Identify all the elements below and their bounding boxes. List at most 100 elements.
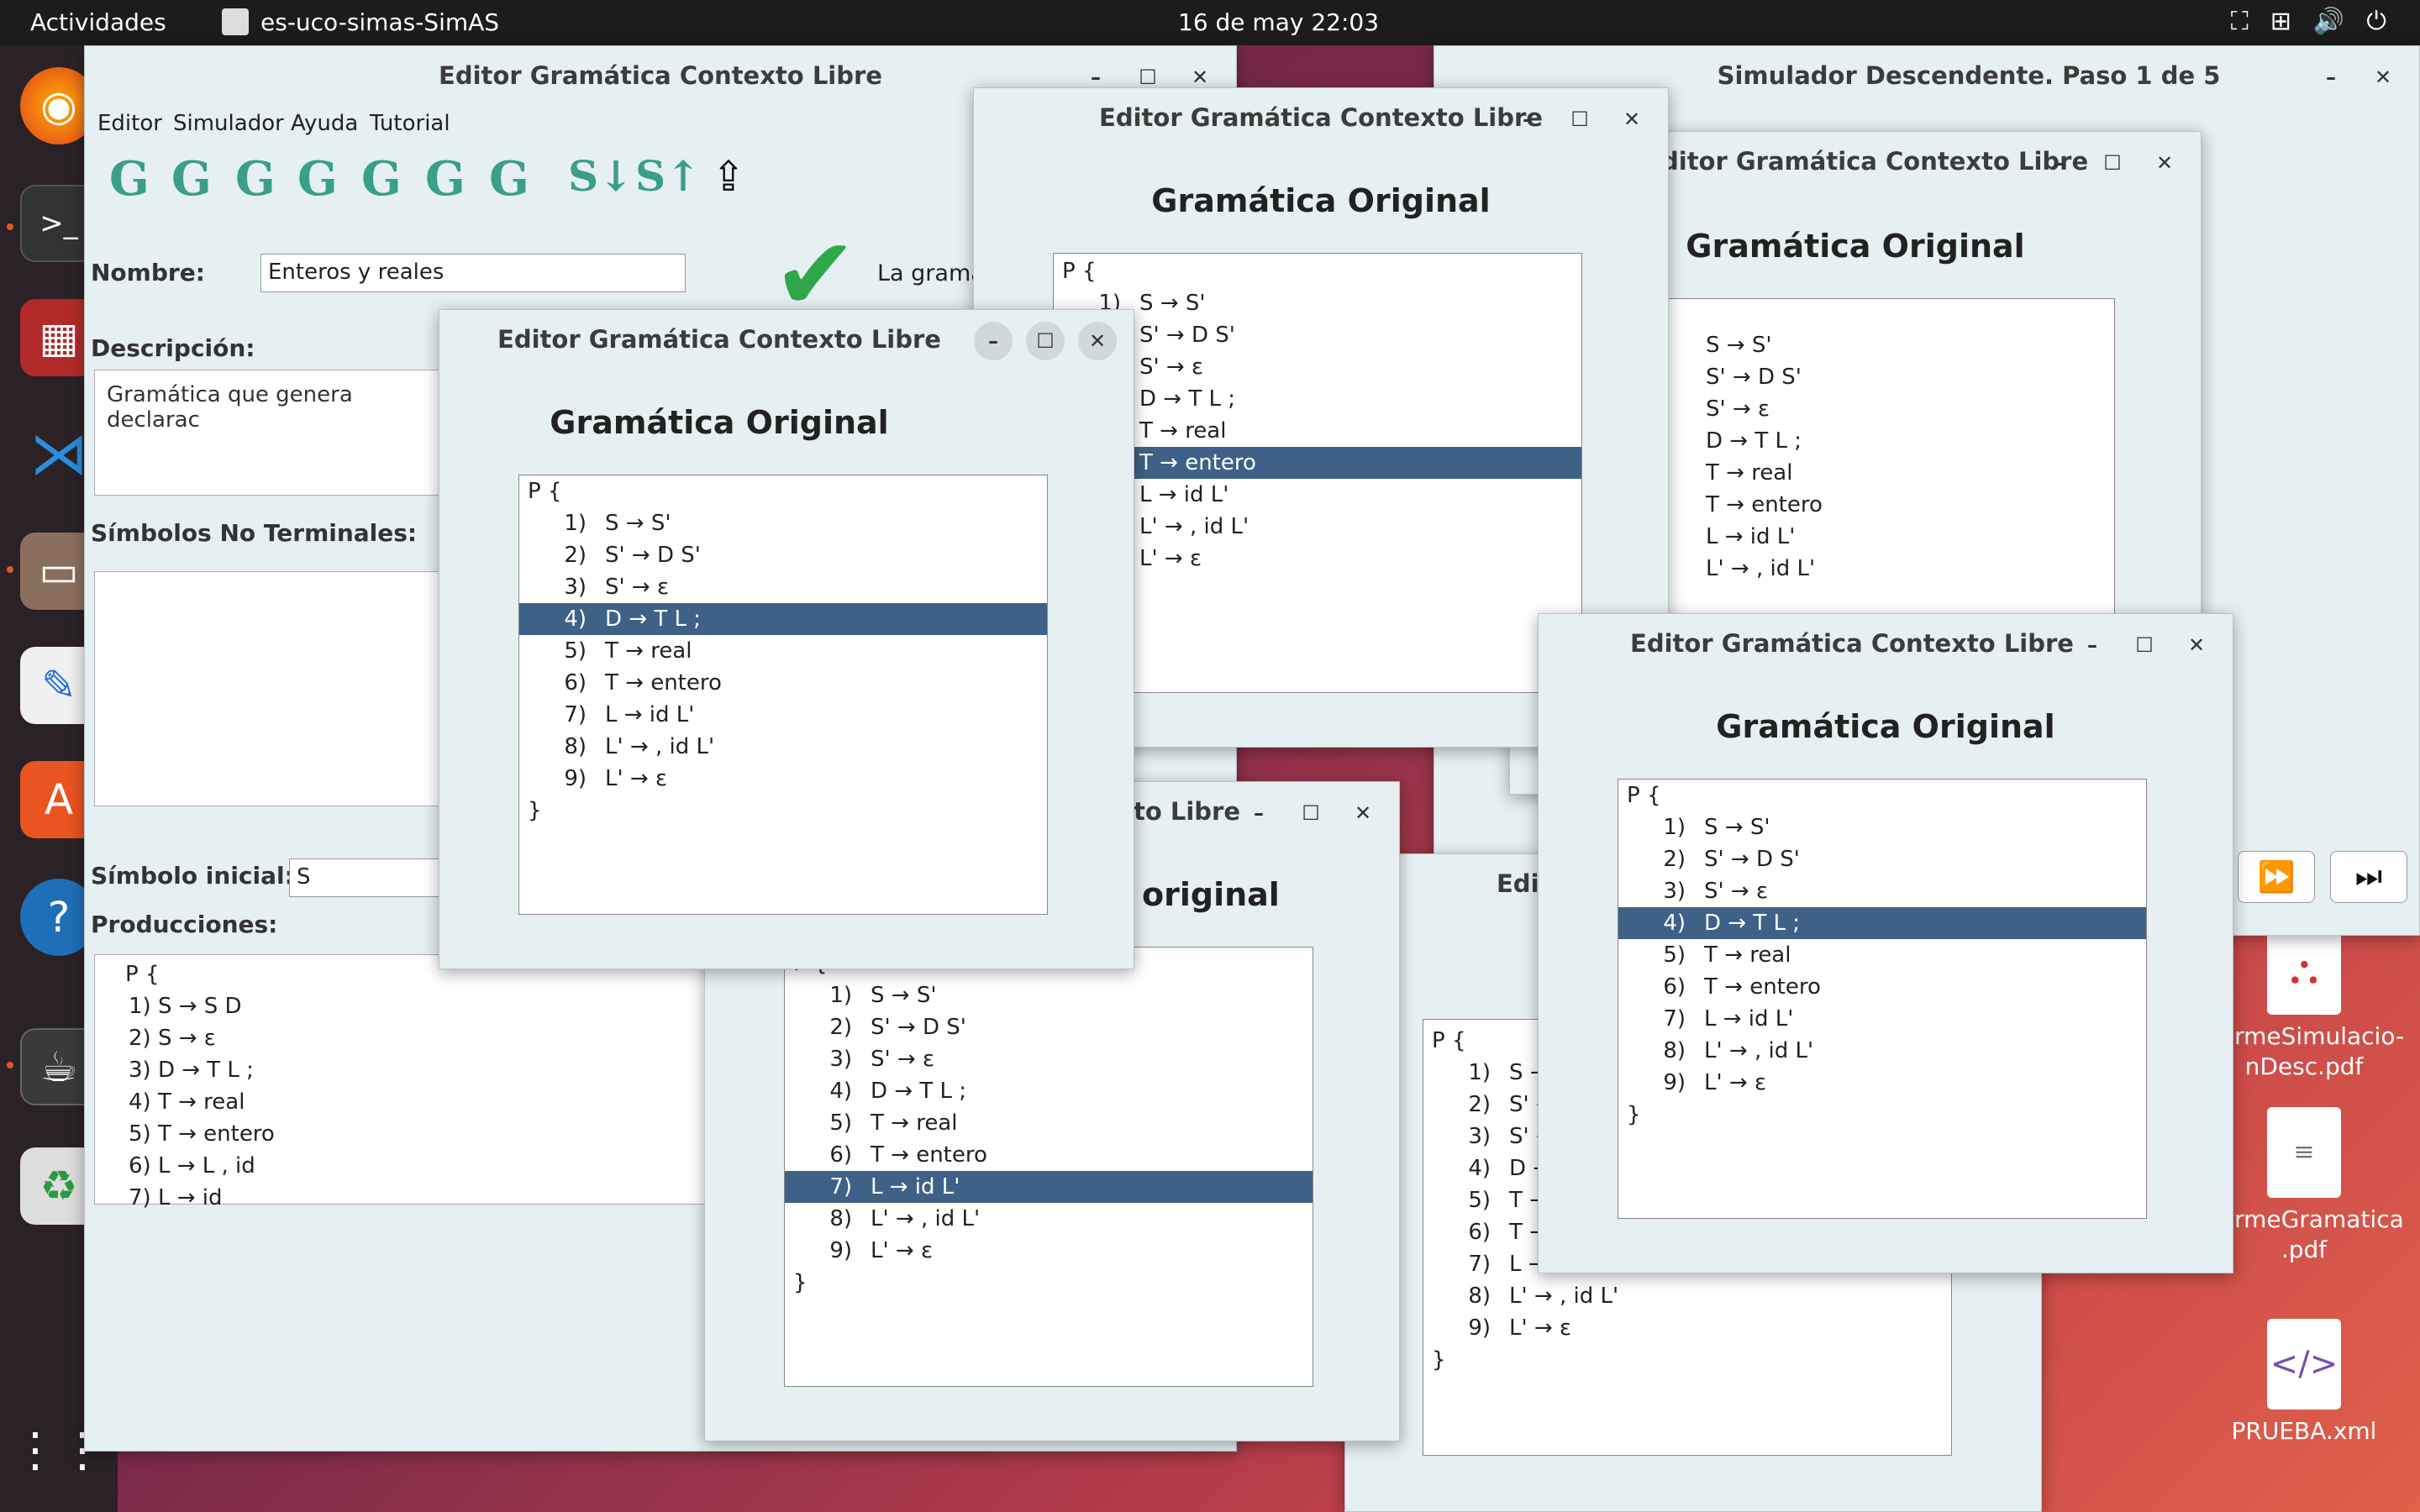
last-step-button[interactable]: ⏭ [2330, 851, 2407, 903]
window-title: Editor Gramática Contexto Libre [497, 325, 941, 354]
list-item: 4) T → real [129, 1089, 245, 1115]
productions-list[interactable]: P { 1)S → S' 2)S' → D S' 3)S' → ε 4)D → … [1618, 779, 2147, 1219]
desktop-file-label: PRUEBA.xml [2231, 1417, 2377, 1445]
grammar-dialog-right: Editor Gramática Contexto Libre – ☐ ✕ Gr… [1538, 613, 2233, 1273]
valid-status-text: La gramá [877, 260, 985, 286]
nombre-input[interactable]: Enteros y reales [260, 254, 686, 292]
list-item: 3)S' → ε [564, 575, 670, 600]
producciones-label: Producciones: [91, 911, 278, 938]
productions-list[interactable]: P { 1)S → S' 2)S' → D S' 3)S' → ε 4)D → … [784, 947, 1313, 1387]
list-item-selected: 4) D → T L ; [1618, 907, 2146, 939]
app-menu-label[interactable]: es-uco-simas-SimAS [260, 8, 499, 36]
clock[interactable]: 16 de may 22:03 [1178, 8, 1379, 36]
menu-editor[interactable]: Editor [97, 111, 162, 136]
close-button[interactable]: ✕ [1612, 100, 1651, 139]
next-step-button[interactable]: ⏩ [2238, 851, 2315, 903]
app-menu-icon[interactable] [222, 8, 249, 35]
minimize-button[interactable]: – [2312, 58, 2350, 97]
dialog-heading: Gramática Original [550, 404, 889, 441]
list-item: 2)S' → D S' [829, 1015, 966, 1040]
simbolo-inicial-input[interactable]: S [289, 858, 457, 897]
edit-grammar-button[interactable]: G [297, 151, 338, 207]
window-controls: – ☐ ✕ [2073, 626, 2216, 664]
desktop-file-label: ormeGramatica .pdf [2220, 1205, 2404, 1263]
productions-list[interactable]: P { 1)S → S' 2)S' → D S' 3)S' → ε 4)D → … [518, 475, 1048, 915]
close-button[interactable]: ✕ [1078, 322, 1117, 360]
accessibility-icon[interactable]: ⛶ [2231, 7, 2249, 36]
list-item-selected: 7) L → id L' [785, 1171, 1313, 1203]
save-grammar-button[interactable]: G [235, 151, 276, 207]
window-title: ditor Gramática Contexto Libre [1661, 147, 2089, 176]
desktop-file-pdf-gramatica[interactable]: ≡ ormeGramatica .pdf [2220, 1107, 2404, 1265]
maximize-button[interactable]: ☐ [1292, 794, 1330, 832]
list-item: P { [1062, 259, 1097, 284]
list-item: 8)L' → , id L' [829, 1206, 981, 1231]
close-button[interactable]: ✕ [2364, 58, 2402, 97]
open-grammar-button[interactable]: G [171, 151, 212, 207]
window-controls: – ☐ ✕ [974, 322, 1117, 360]
menu-ayuda[interactable]: Ayuda [291, 111, 358, 136]
minimize-button[interactable]: – [974, 322, 1013, 360]
desktop-file-pdf-simulacion[interactable]: ⛬ ormeSimulacio- nDesc.pdf [2220, 924, 2404, 1082]
desktop-file-label: ormeSimulacio- nDesc.pdf [2220, 1022, 2405, 1080]
network-icon[interactable]: ⊞ [2270, 7, 2291, 36]
list-item: D → T L ; [1706, 428, 1802, 454]
maximize-button[interactable]: ☐ [2093, 144, 2132, 182]
no-terminales-list[interactable] [94, 571, 455, 806]
window-titlebar[interactable]: Editor Gramática Contexto Libre – ☐ ✕ [1539, 614, 2233, 675]
share-icon[interactable]: ⇪ [711, 151, 746, 201]
list-item: 8)L' → , id L' [1663, 1038, 1814, 1063]
list-item: 7)L → id L' [1663, 1006, 1794, 1032]
close-grammar-button[interactable]: G [361, 151, 402, 207]
minimize-button[interactable]: – [1239, 794, 1278, 832]
minimize-button[interactable]: – [1508, 100, 1547, 139]
minimize-button[interactable]: – [2041, 144, 2080, 182]
simulate-ascendant-button[interactable]: S↑ [635, 151, 701, 201]
list-item: 9)L' → ε [1468, 1315, 1572, 1341]
volume-icon[interactable]: 🔊 [2313, 7, 2344, 36]
validate-grammar-button[interactable]: G [425, 151, 466, 207]
window-controls: – ☐ ✕ [1508, 100, 1651, 139]
export-pdf-button[interactable]: G [489, 151, 529, 207]
list-item: } [1432, 1347, 1446, 1373]
list-item: 3)S' → ε [1663, 879, 1769, 904]
desktop-file-xml[interactable]: </> PRUEBA.xml [2220, 1319, 2388, 1446]
close-button[interactable]: ✕ [1344, 794, 1382, 832]
list-item: 7)L → id L' [564, 702, 695, 727]
descripcion-textarea[interactable]: Gramática que genera declarac [94, 370, 455, 496]
xml-file-icon: </> [2267, 1319, 2341, 1410]
window-controls: – ☐ ✕ [1239, 794, 1382, 832]
menu-tutorial[interactable]: Tutorial [370, 111, 450, 136]
simulate-descendant-button[interactable]: S↓ [568, 151, 634, 201]
window-titlebar[interactable]: Editor Gramática Contexto Libre – ☐ ✕ [974, 88, 1668, 149]
list-item: 3)S' → ε [829, 1047, 935, 1072]
close-button[interactable]: ✕ [2145, 144, 2184, 182]
new-grammar-button[interactable]: G [109, 151, 150, 207]
window-titlebar[interactable]: Editor Gramática Contexto Libre – ☐ ✕ [439, 310, 1134, 370]
simbolo-inicial-label: Símbolo inicial: [91, 862, 294, 890]
list-item: 6)T → entero [564, 670, 722, 696]
producciones-list[interactable]: P { 1) S → S D 2) S → ε 3) D → T L ; 4) … [94, 954, 708, 1210]
dialog-heading: original [1142, 876, 1280, 913]
maximize-button[interactable]: ☐ [2125, 626, 2164, 664]
list-item: 6)T → entero [1663, 974, 1821, 1000]
system-tray[interactable]: ⛶ ⊞ 🔊 ⏻ [2231, 7, 2386, 36]
descripcion-text: Gramática que genera declarac [107, 382, 353, 433]
list-item: 8)L' → , id L' [1468, 1284, 1619, 1309]
document-file-icon: ≡ [2267, 1107, 2341, 1198]
minimize-button[interactable]: – [2073, 626, 2112, 664]
power-icon[interactable]: ⏻ [2366, 7, 2386, 36]
list-item: S' → D S' [1706, 365, 1802, 390]
maximize-button[interactable]: ☐ [1026, 322, 1065, 360]
list-item: 2)S' → D S' [1663, 847, 1800, 872]
pdf-file-icon: ⛬ [2267, 924, 2341, 1015]
activities-button[interactable]: Actividades [30, 8, 166, 36]
running-indicator [7, 1062, 13, 1068]
top-bar: Actividades es-uco-simas-SimAS 16 de may… [0, 0, 2420, 45]
maximize-button[interactable]: ☐ [1560, 100, 1599, 139]
list-item: P { [528, 479, 562, 504]
list-item: 5)T → real [1663, 942, 1791, 968]
nombre-label: Nombre: [91, 259, 205, 286]
close-button[interactable]: ✕ [2177, 626, 2216, 664]
menu-simulador[interactable]: Simulador [173, 111, 284, 136]
